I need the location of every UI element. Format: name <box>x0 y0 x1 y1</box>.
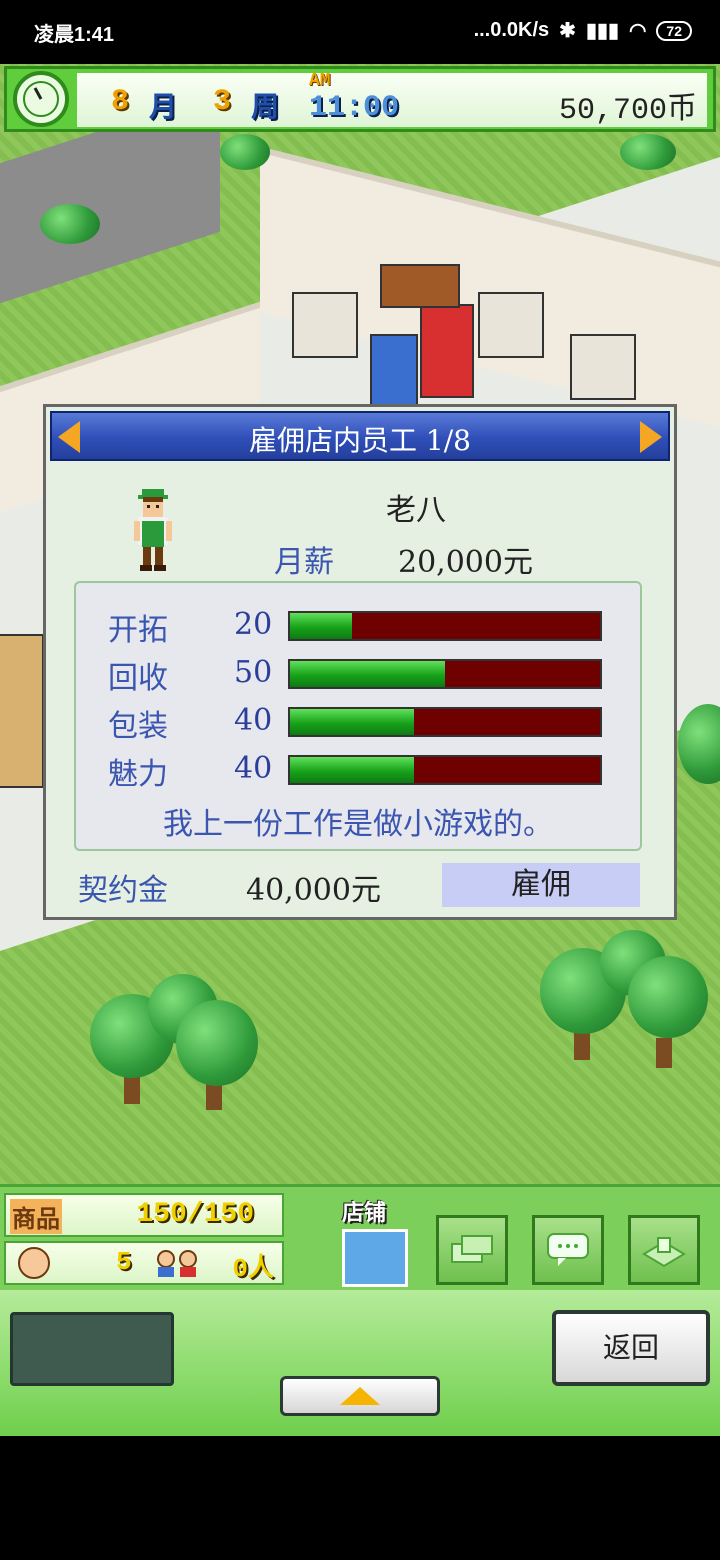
stat-name: 包装 <box>108 709 168 744</box>
goods-counter: 商品 150/150 <box>4 1193 284 1237</box>
message-slot[interactable] <box>10 1312 174 1386</box>
hedge <box>220 134 270 170</box>
shelf[interactable] <box>380 264 460 308</box>
goods-value: 150/150 <box>136 1199 254 1230</box>
stat-name: 开拓 <box>108 613 168 648</box>
status-icons: ...0.0K/s ✱ ▮▮▮ ◠ 72 <box>474 18 692 43</box>
vending-machine-red[interactable] <box>420 304 474 398</box>
shop-tab[interactable]: 店铺 <box>340 1195 410 1287</box>
dialog-title: 雇佣店内员工 1/8 <box>249 424 471 457</box>
month-number: 8 <box>111 85 130 119</box>
stat-bar <box>288 707 602 737</box>
employee-avatar <box>134 489 172 571</box>
up-triangle-icon <box>340 1387 380 1405</box>
goods-label: 商品 <box>10 1199 62 1234</box>
top-status-hud: 8 月 3 周 AM 11:00 50,700币 <box>4 66 716 132</box>
wifi-icon: ◠ <box>628 20 647 42</box>
contract-fee-value: 40,000元 <box>246 873 381 908</box>
dialog-header: 雇佣店内员工 1/8 <box>50 411 670 461</box>
stat-value: 40 <box>234 703 273 738</box>
tree-trunk <box>656 1038 672 1068</box>
bottom-hud: 商品 150/150 5 0人 店铺 <box>0 1184 720 1293</box>
signal-icon: ▮▮▮ <box>585 20 619 42</box>
am-pm-label: AM <box>309 71 331 91</box>
tree[interactable] <box>176 1000 258 1086</box>
display-counter-2[interactable] <box>478 292 544 358</box>
tree-trunk <box>124 1074 140 1104</box>
hire-button[interactable]: 雇佣 <box>442 863 640 907</box>
stat-bar <box>288 659 602 689</box>
hedge <box>620 134 676 170</box>
employee-quote: 我上一份工作是做小游戏的。 <box>163 807 553 842</box>
week-number: 3 <box>213 85 232 119</box>
map-button[interactable] <box>628 1215 700 1285</box>
date-panel: 8 月 3 周 AM 11:00 50,700币 <box>77 71 707 128</box>
map-icon <box>642 1237 686 1268</box>
hire-staff-dialog: 雇佣店内员工 1/8 老八 月薪 20,000元 开拓 20 回收 50 包装 … <box>43 404 677 920</box>
display-counter-3[interactable] <box>570 334 636 400</box>
stat-bar-fill <box>290 661 445 687</box>
system-status-bar: 凌晨1:41 ...0.0K/s ✱ ▮▮▮ ◠ 72 <box>0 0 720 64</box>
game-time: 11:00 <box>309 91 400 125</box>
money-stack-icon <box>451 1235 493 1263</box>
bluetooth-icon: ✱ <box>559 20 576 42</box>
week-unit: 周 <box>251 90 280 123</box>
visitor-counter: 5 0人 <box>4 1241 284 1285</box>
battery-indicator: 72 <box>656 20 692 41</box>
kids-icon <box>157 1250 197 1277</box>
stat-value: 50 <box>234 655 273 690</box>
salary-label: 月薪 <box>274 545 334 580</box>
stats-panel: 开拓 20 回收 50 包装 40 魅力 40 我上一份工作是做小游戏的。 <box>74 581 642 851</box>
hedge <box>40 204 100 244</box>
people-count: 0人 <box>232 1254 274 1284</box>
stat-bar-fill <box>290 613 352 639</box>
month-unit: 月 <box>149 90 178 123</box>
store-icon <box>342 1229 408 1287</box>
smile-face-icon <box>18 1247 50 1279</box>
money-display: 50,700币 <box>558 94 697 128</box>
back-button[interactable]: 返回 <box>552 1310 710 1386</box>
stat-value: 20 <box>234 607 273 642</box>
stat-bar <box>288 755 602 785</box>
stat-bar-fill <box>290 709 414 735</box>
right-arrow-icon[interactable] <box>640 421 662 453</box>
stat-name: 魅力 <box>108 757 168 792</box>
finance-button[interactable] <box>436 1215 508 1285</box>
stat-bar <box>288 611 602 641</box>
display-counter-1[interactable] <box>292 292 358 358</box>
contract-fee-label: 契约金 <box>78 873 168 908</box>
stat-value: 40 <box>234 751 273 786</box>
tree-trunk <box>574 1030 590 1060</box>
bottom-controls: 返回 <box>0 1290 720 1436</box>
cardboard-boxes[interactable] <box>0 634 44 788</box>
shop-label: 店铺 <box>342 1201 387 1226</box>
chat-button[interactable] <box>532 1215 604 1285</box>
employee-name: 老八 <box>386 493 446 528</box>
salary-value: 20,000元 <box>398 545 533 580</box>
network-speed: ...0.0K/s <box>473 19 550 41</box>
visitor-count: 5 <box>116 1247 132 1277</box>
status-time: 凌晨1:41 <box>34 24 115 46</box>
expand-menu-button[interactable] <box>280 1376 440 1416</box>
stat-name: 回收 <box>108 661 168 696</box>
clock-icon[interactable] <box>13 71 69 127</box>
stat-bar-fill <box>290 757 414 783</box>
tree[interactable] <box>628 956 708 1038</box>
chat-bubble-icon <box>547 1233 589 1266</box>
